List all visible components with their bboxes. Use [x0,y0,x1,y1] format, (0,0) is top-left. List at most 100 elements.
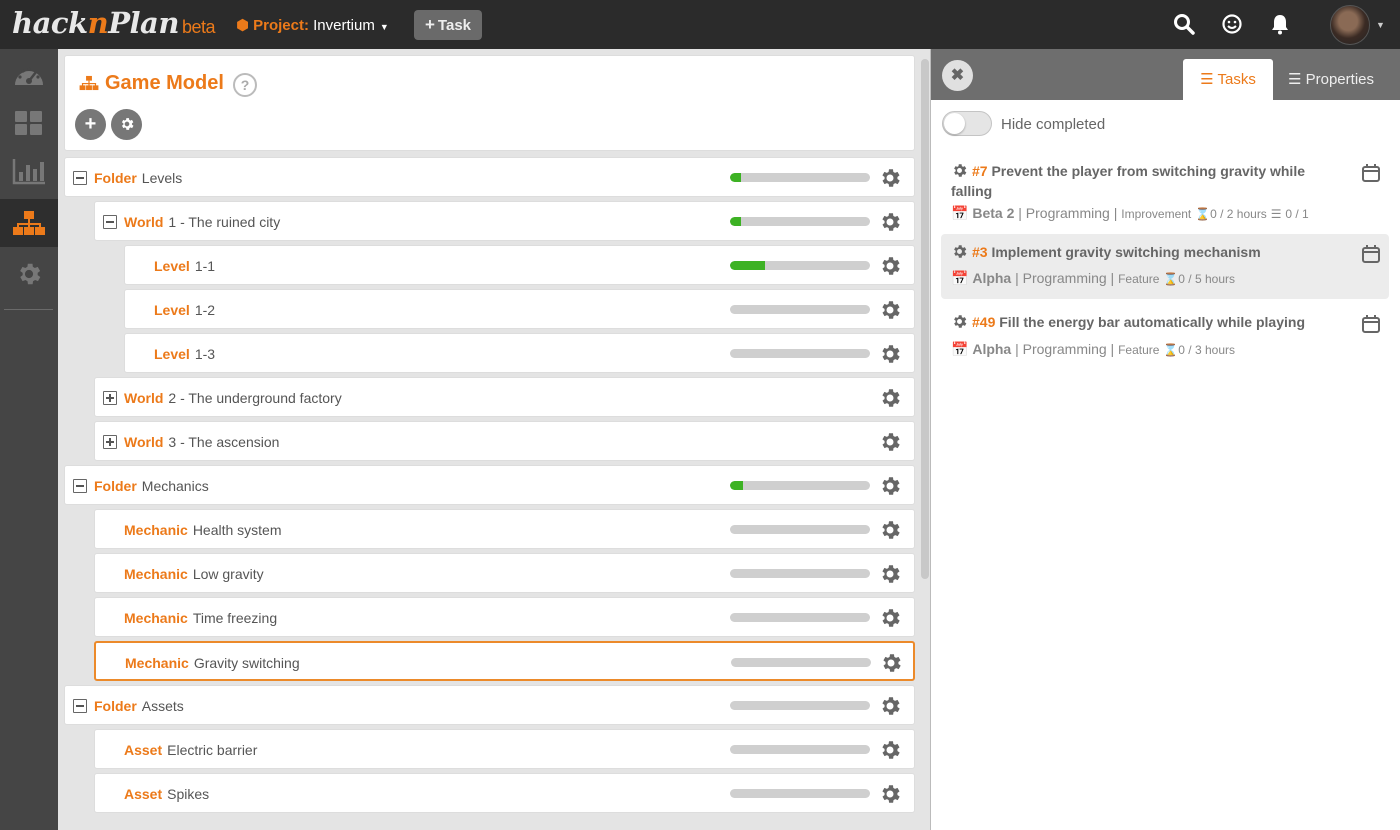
gear-icon[interactable] [878,562,902,586]
collapse-icon[interactable] [73,171,87,185]
gear-icon[interactable] [878,474,902,498]
tree-row-label: Mechanic Gravity switching [125,655,300,671]
gear-icon[interactable] [878,518,902,542]
gear-icon[interactable] [878,694,902,718]
element-type: Folder [94,478,137,494]
gear-icon[interactable] [878,782,902,806]
element-type: Asset [124,742,163,758]
expand-icon[interactable] [103,435,117,449]
milestone: Alpha [972,341,1012,357]
tree-row-label: Level 1-1 [154,258,215,274]
tab-tasks[interactable]: ☰ Tasks [1183,59,1273,100]
collapse-icon[interactable] [103,215,117,229]
sidebar-item-settings[interactable] [0,249,58,297]
task-title[interactable]: #7 Prevent the player from switching gra… [951,161,1341,201]
collapse-icon[interactable] [73,699,87,713]
tree-row[interactable]: World 3 - The ascension [94,421,915,461]
user-avatar[interactable] [1330,5,1370,45]
milestone: Alpha [972,270,1012,286]
sidebar-item-analytics[interactable] [0,147,58,195]
toggle-knob [944,113,965,134]
progress-bar [730,261,870,270]
tree-row[interactable]: Level 1-2 [124,289,915,329]
task-id: #49 [972,314,1000,330]
tree-row[interactable]: Level 1-1 [124,245,915,285]
gear-icon [954,315,967,328]
search-icon[interactable] [1172,12,1196,36]
sidebar-item-game-model[interactable] [0,199,58,247]
progress-bar [730,789,870,798]
element-name: Gravity switching [193,655,300,671]
gear-icon[interactable] [879,651,903,675]
tree-row-label: Folder Levels [94,170,182,186]
tab-properties[interactable]: ☰ Properties [1281,59,1381,100]
gear-icon [954,245,967,258]
tree-row[interactable]: Folder Levels [64,157,915,197]
task-card[interactable]: #49 Fill the energy bar automatically wh… [941,304,1389,364]
game-model-icon [13,211,45,235]
hours: 0 / 5 hours [1178,272,1235,286]
task-type: Improvement [1121,207,1192,221]
gear-icon[interactable] [878,386,902,410]
task-name: Fill the energy bar automatically while … [999,314,1305,330]
scrollbar-thumb[interactable] [921,59,929,579]
gear-icon[interactable] [878,430,902,454]
tree-row[interactable]: Mechanic Time freezing [94,597,915,637]
smiley-icon[interactable] [1220,12,1244,36]
bell-icon[interactable] [1268,12,1292,36]
hide-completed-toggle[interactable] [942,111,992,136]
tree-row[interactable]: Mechanic Low gravity [94,553,915,593]
gear-icon[interactable] [878,210,902,234]
progress-fill [730,261,765,270]
add-element-button[interactable]: + [75,109,106,140]
calendar-icon: 📅 [951,205,969,221]
gear-icon[interactable] [878,254,902,278]
close-button[interactable]: ✖ [942,60,973,91]
gear-icon[interactable] [878,738,902,762]
calendar-icon[interactable] [1361,163,1381,183]
progress-fill [730,173,742,182]
calendar-icon[interactable] [1361,314,1381,334]
model-settings-button[interactable] [111,109,142,140]
app-logo[interactable]: hacknPlan beta [12,6,215,40]
sidebar-item-dashboard[interactable] [0,51,58,99]
calendar-icon[interactable] [1361,244,1381,264]
chevron-down-icon[interactable]: ▼ [1376,20,1385,30]
scrollbar[interactable] [920,49,930,830]
cube-icon: ⬢ [236,17,250,34]
tree-row[interactable]: Level 1-3 [124,333,915,373]
help-icon[interactable]: ? [233,73,257,97]
sidebar-item-board[interactable] [0,99,58,147]
project-selector[interactable]: ⬢ Project: Invertium ▼ [236,16,389,34]
board-icon [15,111,42,135]
new-task-button[interactable]: + Task [414,10,482,40]
gear-icon[interactable] [878,606,902,630]
tree-row[interactable]: Mechanic Health system [94,509,915,549]
expand-icon[interactable] [103,391,117,405]
calendar-icon: 📅 [951,270,969,286]
tree-row[interactable]: Folder Assets [64,685,915,725]
progress-bar [730,481,870,490]
task-card[interactable]: #3 Implement gravity switching mechanism… [941,234,1389,299]
tree-row[interactable]: World 2 - The underground factory [94,377,915,417]
hours: 0 / 3 hours [1178,343,1235,357]
tree-row[interactable]: Folder Mechanics [64,465,915,505]
task-type: Feature [1118,272,1160,286]
tree-row[interactable]: World 1 - The ruined city [94,201,915,241]
gear-icon[interactable] [878,166,902,190]
element-name: 1-2 [194,302,216,318]
task-title[interactable]: #49 Fill the energy bar automatically wh… [951,312,1341,332]
tree-row[interactable]: Asset Spikes [94,773,915,813]
tree-row-label: World 2 - The underground factory [124,390,342,406]
hourglass-icon: ⌛ [1163,343,1179,357]
task-card[interactable]: #7 Prevent the player from switching gra… [941,153,1389,233]
collapse-icon[interactable] [73,479,87,493]
list-icon: ☰ [1200,71,1214,88]
tree-row[interactable]: Mechanic Gravity switching [94,641,915,681]
gear-icon[interactable] [878,298,902,322]
task-id: #7 [972,163,992,179]
task-title[interactable]: #3 Implement gravity switching mechanism [951,242,1341,262]
element-type: Folder [94,170,137,186]
tree-row[interactable]: Asset Electric barrier [94,729,915,769]
gear-icon[interactable] [878,342,902,366]
